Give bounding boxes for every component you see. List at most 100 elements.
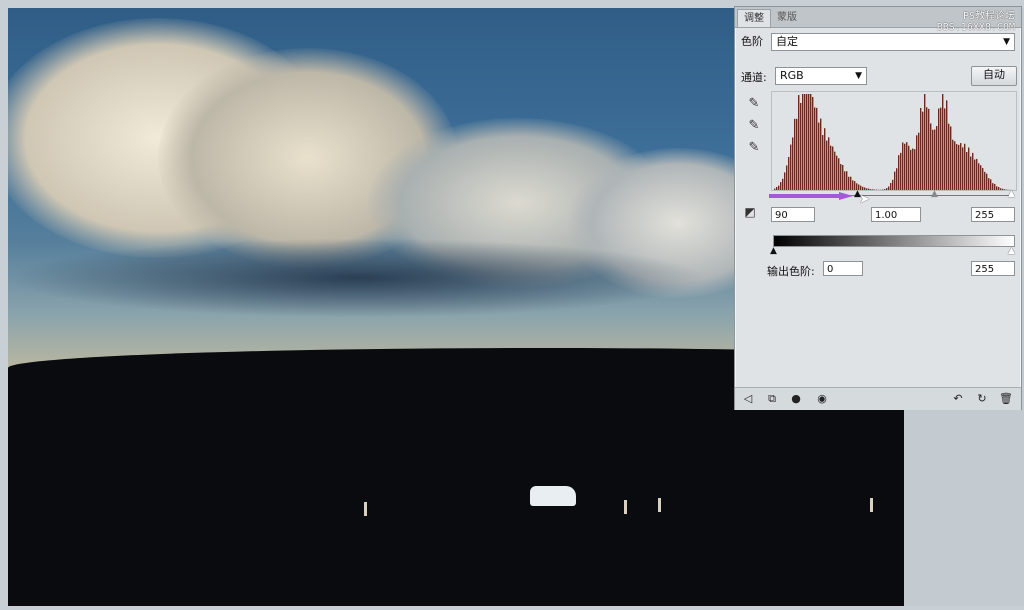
histogram-bar (940, 107, 942, 190)
histogram-bar (846, 171, 848, 190)
histogram-bar (794, 118, 796, 190)
histogram-bar (886, 188, 888, 190)
auto-button[interactable]: 自动 (971, 66, 1017, 86)
histogram-bar (820, 118, 822, 190)
fence-post (624, 500, 627, 514)
output-black-field[interactable]: 0 (823, 261, 863, 276)
histogram-bar (920, 108, 922, 190)
mask-icon[interactable]: ● (789, 392, 803, 406)
input-black-field[interactable]: 90 (771, 207, 815, 222)
eye-icon[interactable]: ◉ (815, 392, 829, 406)
histogram-bar (972, 152, 974, 190)
histogram-bar (802, 94, 804, 190)
histogram-bar (952, 139, 954, 190)
histogram-bar (894, 171, 896, 190)
histogram-bar (778, 185, 780, 190)
input-white-field[interactable]: 255 (971, 207, 1015, 222)
tab-masks[interactable]: 蒙版 (771, 9, 803, 26)
histogram-bar (896, 168, 898, 190)
histogram-bar (818, 122, 820, 190)
fence-post (364, 502, 367, 516)
histogram-bar (990, 179, 992, 190)
histogram-bar (962, 147, 964, 190)
channel-value: RGB (780, 69, 804, 82)
histogram-bar (960, 143, 962, 190)
reset-icon[interactable]: ↻ (975, 392, 989, 406)
previous-state-icon[interactable]: ↶ (951, 392, 965, 406)
output-white-field[interactable]: 255 (971, 261, 1015, 276)
eyedropper-gray-icon[interactable]: ✎ (747, 119, 761, 133)
histogram-bar (776, 186, 778, 190)
histogram-bar (868, 188, 870, 190)
output-levels-label: 输出色阶: (767, 265, 815, 278)
watermark: PS教程论坛 BBS.16XX8.COM (937, 11, 1015, 33)
histogram-bar (808, 94, 810, 190)
output-white-slider[interactable]: ▲ (1008, 247, 1015, 256)
histogram-bar (850, 176, 852, 190)
clip-to-layer-icon[interactable]: ⧉ (765, 392, 779, 406)
fence-post (658, 498, 661, 512)
histogram-bar (806, 94, 808, 190)
adjustments-panel: 调整 蒙版 色阶 自定 ▼ 通道: RGB ▼ 自动 ✎ ✎ ✎ ▲ ➤ ▲ ▲… (734, 6, 1022, 410)
histogram-bar (792, 137, 794, 190)
histogram-bar (812, 96, 814, 190)
tab-adjustments[interactable]: 调整 (737, 9, 771, 27)
histogram-bar (974, 159, 976, 190)
histogram-bar (976, 158, 978, 190)
histogram-bar (788, 156, 790, 190)
histogram-bar (786, 165, 788, 190)
histogram-bar (906, 142, 908, 190)
histogram-bar (916, 135, 918, 190)
histogram-bar (908, 145, 910, 190)
watermark-line1: PS教程论坛 (962, 11, 1015, 22)
histogram-bar (998, 187, 1000, 190)
histogram-bar (900, 152, 902, 190)
histogram-bar (950, 126, 952, 190)
histogram-bar (884, 189, 886, 190)
histogram-bar (810, 94, 812, 190)
histogram-bar (864, 187, 866, 190)
histogram-bar (932, 129, 934, 190)
histogram-bar (958, 144, 960, 190)
histogram-bar (892, 179, 894, 190)
output-black-slider[interactable]: ▲ (770, 247, 777, 256)
histogram-bar (862, 186, 864, 190)
histogram-bar (898, 155, 900, 190)
on-image-tool-icon[interactable]: ◩ (743, 205, 757, 219)
histogram-bar (966, 151, 968, 190)
histogram-bar (814, 107, 816, 190)
histogram-bar (1004, 189, 1006, 190)
preset-dropdown[interactable]: 自定 ▼ (771, 33, 1015, 51)
eyedropper-black-icon[interactable]: ✎ (747, 97, 761, 111)
histogram-bar (964, 143, 966, 190)
histogram-bar (980, 165, 982, 190)
histogram-bar (982, 168, 984, 190)
white-point-slider[interactable]: ▲ (1008, 190, 1015, 199)
histogram-bar (988, 178, 990, 190)
histogram-bar (796, 118, 798, 190)
histogram-bar (842, 164, 844, 190)
histogram-bar (970, 156, 972, 190)
eyedropper-white-icon[interactable]: ✎ (747, 141, 761, 155)
histogram-bar (800, 102, 802, 190)
histogram-bar (902, 142, 904, 190)
gamma-slider[interactable]: ▲ (931, 190, 938, 199)
histogram (771, 91, 1017, 191)
return-arrow-icon[interactable]: ◁ (741, 392, 755, 406)
histogram-bar (914, 149, 916, 190)
preset-value: 自定 (776, 35, 798, 48)
chevron-down-icon: ▼ (855, 71, 862, 81)
histogram-bar (804, 94, 806, 190)
trash-icon[interactable]: 🗑 (999, 392, 1013, 406)
histogram-bar (822, 134, 824, 190)
input-gamma-field[interactable]: 1.00 (871, 207, 921, 222)
histogram-bar (774, 188, 776, 190)
panel-footer: ◁ ⧉ ● ◉ ↶ ↻ 🗑 (735, 387, 1021, 410)
histogram-bar (844, 171, 846, 190)
channel-dropdown[interactable]: RGB ▼ (775, 67, 867, 85)
channel-label: 通道: (741, 71, 767, 84)
fence-post (870, 498, 873, 512)
histogram-bar (784, 172, 786, 190)
histogram-bar (824, 128, 826, 190)
histogram-bar (938, 108, 940, 190)
